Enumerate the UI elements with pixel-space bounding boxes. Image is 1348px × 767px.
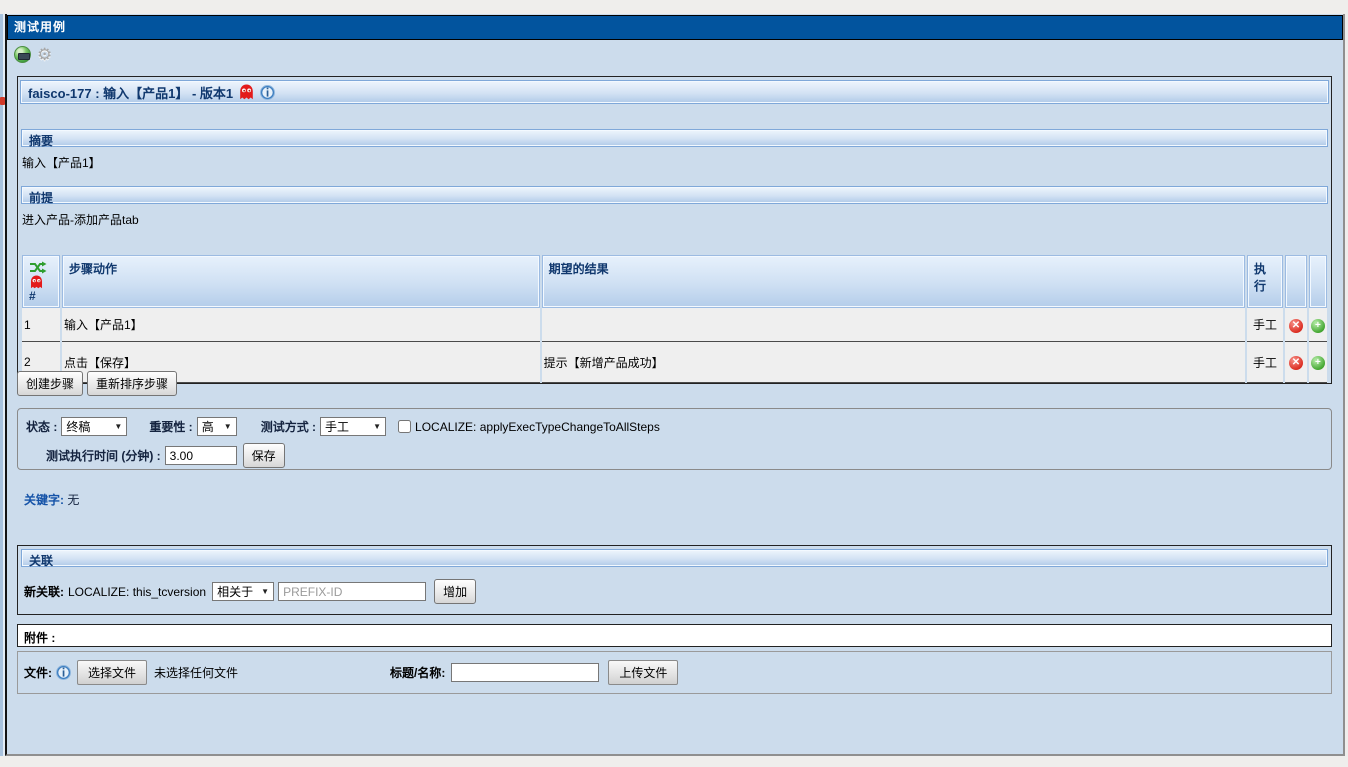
- delete-column-header: [1284, 255, 1307, 309]
- ghost-icon: [240, 84, 253, 100]
- importance-label: 重要性 :: [149, 420, 193, 434]
- ghost-icon: [30, 275, 43, 289]
- add-step-icon[interactable]: +: [1310, 356, 1325, 371]
- step-buttons: 创建步骤 重新排序步骤: [17, 371, 178, 396]
- chevron-down-icon: ▼: [114, 422, 123, 431]
- attachments-header: 附件 :: [17, 624, 1332, 647]
- step-number-header-label: #: [29, 289, 36, 304]
- exec-type-select[interactable]: 手工 ▼: [320, 417, 387, 436]
- attributes-form: 状态 : 终稿 ▼ 重要性 : 高 ▼ 测试方式 : 手工 ▼ LOCALIZE…: [17, 408, 1332, 470]
- reorder-steps-icon[interactable]: [29, 261, 47, 274]
- apply-exec-type-checkbox[interactable]: [398, 420, 412, 433]
- chevron-down-icon: ▼: [223, 422, 232, 431]
- precondition-text: 进入产品-添加产品tab: [22, 213, 139, 227]
- add-relation-button[interactable]: 增加: [434, 579, 477, 604]
- status-value: 终稿: [66, 420, 91, 434]
- step-row: 1 输入【产品1】 手工 ✕ +: [22, 308, 1327, 343]
- upload-file-button[interactable]: 上传文件: [608, 660, 679, 685]
- file-upload-row: 文件: 选择文件 未选择任何文件 标题/名称: 上传文件: [17, 651, 1332, 694]
- keywords-line: 关键字: 无: [24, 491, 79, 508]
- status-select[interactable]: 终稿 ▼: [61, 417, 128, 436]
- no-file-text: 未选择任何文件: [154, 666, 239, 680]
- status-label: 状态 :: [26, 420, 58, 434]
- testcase-title: faisco-177 : 输入【产品1】 - 版本1: [28, 85, 234, 101]
- choose-file-button[interactable]: 选择文件: [77, 660, 148, 685]
- duration-input[interactable]: [164, 446, 237, 465]
- info-icon[interactable]: [260, 84, 276, 100]
- importance-select[interactable]: 高 ▼: [196, 417, 237, 436]
- relations-container: 关联 新关联: LOCALIZE: this_tcversion 相关于 ▼ 增…: [17, 545, 1332, 615]
- relation-scope-text: LOCALIZE: this_tcversion: [68, 584, 207, 599]
- file-title-input[interactable]: [451, 663, 600, 682]
- chevron-down-icon: ▼: [261, 587, 270, 596]
- step-action-cell[interactable]: 输入【产品1】: [61, 308, 540, 343]
- delete-step-icon[interactable]: ✕: [1288, 318, 1303, 333]
- add-column-header: [1308, 255, 1327, 309]
- testcase-title-bar: faisco-177 : 输入【产品1】 - 版本1: [20, 80, 1329, 104]
- relation-type-select[interactable]: 相关于 ▼: [212, 582, 275, 601]
- duration-label: 测试执行时间 (分钟) :: [46, 449, 161, 463]
- testcase-panel: 测试用例 ⚙ faisco-177 : 输入【产品1】 - 版本1 摘要 输入【…: [5, 14, 1345, 756]
- save-button[interactable]: 保存: [242, 443, 285, 468]
- reorder-steps-button[interactable]: 重新排序步骤: [87, 371, 178, 396]
- keywords-label: 关键字:: [24, 493, 64, 507]
- expected-result-cell[interactable]: 提示【新增产品成功】: [541, 342, 1245, 384]
- toolbar: ⚙: [14, 46, 52, 63]
- relation-type-value: 相关于: [217, 585, 254, 599]
- importance-value: 高: [201, 420, 214, 434]
- file-label: 文件:: [24, 666, 52, 680]
- steps-table: # 步骤动作 期望的结果 执行 1 输入【产品1】 手工 ✕ + 2 点击【保存…: [20, 255, 1329, 384]
- steps-header-row: # 步骤动作 期望的结果 执行: [22, 255, 1327, 309]
- chevron-down-icon: ▼: [373, 422, 382, 431]
- exec-type-header: 执行: [1246, 255, 1283, 309]
- settings-icon[interactable]: ⚙: [37, 46, 52, 63]
- expected-result-header: 期望的结果: [541, 255, 1245, 309]
- exec-type-value: 手工: [1246, 308, 1283, 343]
- file-title-label: 标题/名称:: [390, 666, 446, 680]
- exec-type-value: 手工: [325, 420, 350, 434]
- summary-section-header: 摘要: [21, 129, 1328, 148]
- info-icon[interactable]: [56, 665, 71, 680]
- expected-result-cell[interactable]: [541, 308, 1245, 343]
- apply-exec-type-label: LOCALIZE: applyExecTypeChangeToAllSteps: [415, 419, 660, 434]
- delete-step-icon[interactable]: ✕: [1288, 356, 1303, 371]
- create-step-button[interactable]: 创建步骤: [17, 371, 84, 396]
- relations-section-header: 关联: [21, 549, 1328, 568]
- step-number-header: #: [22, 255, 60, 309]
- relation-id-input[interactable]: [278, 582, 427, 601]
- keywords-value: 无: [67, 493, 80, 507]
- world-edit-icon[interactable]: [14, 46, 31, 63]
- step-number: 1: [22, 308, 60, 343]
- precondition-section-header: 前提: [21, 186, 1328, 205]
- step-row: 2 点击【保存】 提示【新增产品成功】 手工 ✕ +: [22, 342, 1327, 384]
- new-relation-label: 新关联:: [24, 585, 64, 599]
- exec-type-label: 测试方式 :: [260, 420, 317, 434]
- exec-type-value: 手工: [1246, 342, 1283, 384]
- add-step-icon[interactable]: +: [1310, 318, 1325, 333]
- step-action-header: 步骤动作: [61, 255, 540, 309]
- testcase-spec-container: faisco-177 : 输入【产品1】 - 版本1 摘要 输入【产品1】 前提…: [17, 76, 1332, 385]
- page-title: 测试用例: [7, 15, 1343, 40]
- summary-text: 输入【产品1】: [22, 156, 101, 170]
